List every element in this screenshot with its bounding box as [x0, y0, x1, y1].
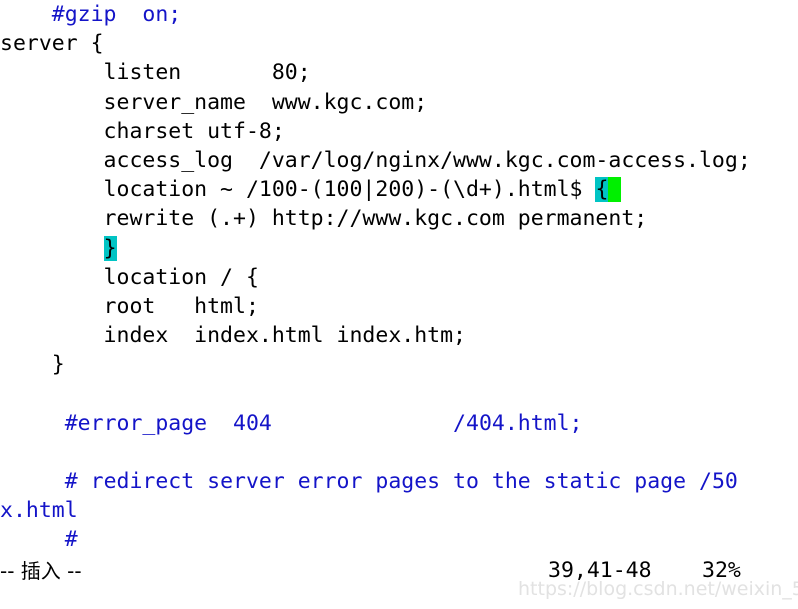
line-charset[interactable]: charset utf-8;: [0, 117, 798, 146]
line-blank-2[interactable]: [0, 438, 798, 467]
line-location-regex-seg-1-match: {: [595, 177, 609, 203]
line-index-seg-0-plain: index index.html index.htm;: [0, 323, 466, 349]
line-gzip[interactable]: #gzip on;: [0, 0, 798, 29]
line-location-regex[interactable]: location ~ /100-(100|200)-(\d+).html$ {: [0, 175, 798, 204]
line-hash-seg-0-plain: [0, 527, 65, 552]
line-error-page-seg-1-comment: #error_page 404 /404.html;: [64, 410, 583, 436]
line-error-page-seg-0-plain: [0, 411, 65, 436]
vim-mode-indicator: -- 插入 --: [0, 559, 82, 583]
line-charset-seg-0-plain: charset utf-8;: [0, 118, 285, 144]
line-error-page[interactable]: #error_page 404 /404.html;: [0, 409, 798, 438]
line-close-server-seg-0-plain: }: [0, 352, 65, 378]
line-close-regex-block-seg-1-match: }: [103, 235, 117, 261]
line-location-regex-seg-0-plain: location ~ /100-(100|200)-(\d+).html$: [0, 177, 596, 203]
editor-buffer[interactable]: #gzip on; server { listen 80; server_name…: [0, 0, 798, 555]
line-server-open-seg-0-plain: server {: [0, 31, 104, 57]
line-root[interactable]: root html;: [0, 292, 798, 321]
line-server-open[interactable]: server {: [0, 29, 798, 58]
line-rewrite-seg-0-plain: rewrite (.+) http://www.kgc.com permanen…: [0, 206, 648, 232]
line-location-root-seg-0-plain: location / {: [0, 264, 259, 290]
line-close-regex-block[interactable]: }: [0, 234, 798, 263]
line-redirect-comment-seg-1-comment: # redirect server error pages to the sta…: [64, 469, 738, 494]
line-gzip-seg-1-comment: #gzip on;: [51, 2, 182, 27]
line-rewrite[interactable]: rewrite (.+) http://www.kgc.com permanen…: [0, 204, 798, 233]
line-root-seg-0-plain: root html;: [0, 293, 259, 319]
line-server-name-seg-0-plain: server_name www.kgc.com;: [0, 89, 428, 115]
line-location-regex-seg-2-cursor[interactable]: [608, 177, 622, 203]
csdn-watermark: https://blog.csdn.net/weixin_50355475: [518, 578, 798, 600]
line-hash[interactable]: #: [0, 525, 798, 554]
line-access-log[interactable]: access_log /var/log/nginx/www.kgc.com-ac…: [0, 146, 798, 175]
line-listen[interactable]: listen 80;: [0, 58, 798, 87]
line-close-server[interactable]: }: [0, 350, 798, 379]
line-redirect-wrap-seg-0-comment: x.html: [0, 498, 78, 524]
line-hash-seg-1-comment: #: [64, 527, 78, 553]
line-gzip-seg-0-plain: [0, 2, 52, 27]
line-location-root[interactable]: location / {: [0, 263, 798, 292]
line-server-name[interactable]: server_name www.kgc.com;: [0, 88, 798, 117]
line-redirect-comment-seg-0-plain: [0, 469, 65, 494]
line-access-log-seg-0-plain: access_log /var/log/nginx/www.kgc.com-ac…: [0, 147, 751, 173]
line-redirect-comment[interactable]: # redirect server error pages to the sta…: [0, 467, 798, 496]
line-index[interactable]: index index.html index.htm;: [0, 321, 798, 350]
line-listen-seg-0-plain: listen 80;: [0, 60, 311, 86]
vim-terminal-window[interactable]: #gzip on; server { listen 80; server_name…: [0, 0, 798, 609]
line-blank-1[interactable]: [0, 379, 798, 408]
line-redirect-wrap[interactable]: x.html: [0, 496, 798, 525]
line-close-regex-block-seg-0-plain: [0, 236, 104, 261]
